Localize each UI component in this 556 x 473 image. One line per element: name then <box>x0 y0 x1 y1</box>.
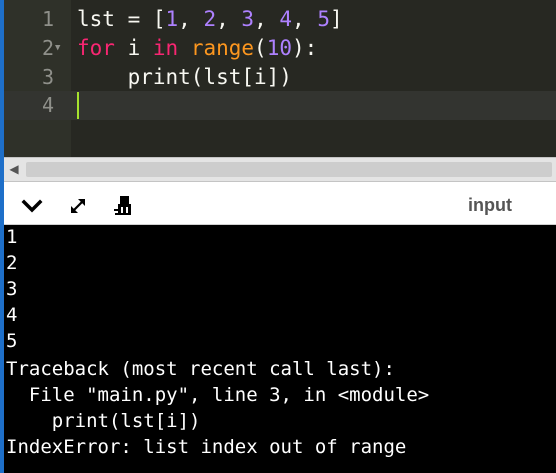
scrollbar-thumb[interactable] <box>26 162 552 177</box>
code-text: lst = [1, 2, 3, 4, 5] <box>77 7 343 31</box>
line-number: 2 <box>41 36 54 60</box>
traceback-file: File "main.py", line 3, in <module> <box>6 384 430 406</box>
console-line: 3 <box>6 278 18 300</box>
clear-console-icon[interactable] <box>112 194 136 218</box>
editor-line-1[interactable]: 1 lst = [1, 2, 3, 4, 5] <box>4 5 556 34</box>
editor-line-3[interactable]: 3 print(lst[i]) <box>4 63 556 92</box>
console-output: 1 2 3 4 5 Traceback (most recent call la… <box>4 225 556 473</box>
traceback-code: print(lst[i]) <box>6 410 201 432</box>
traceback-header: Traceback (most recent call last): <box>6 358 395 380</box>
error-message: IndexError: list index out of range <box>6 436 407 458</box>
console-line: 4 <box>6 304 18 326</box>
code-text: for i in range(10): <box>77 36 318 60</box>
horizontal-scrollbar[interactable]: ◀ <box>4 157 556 182</box>
line-number: 1 <box>41 7 54 31</box>
code-editor[interactable]: 1 lst = [1, 2, 3, 4, 5] 2 ▼ for i in ran… <box>4 0 556 157</box>
console-line: 5 <box>6 330 18 352</box>
chevron-down-icon[interactable] <box>20 194 44 218</box>
console-line: 2 <box>6 252 18 274</box>
fold-arrow-icon[interactable]: ▼ <box>55 44 60 53</box>
editor-line-4[interactable]: 4 <box>4 91 556 120</box>
text-cursor <box>77 92 79 119</box>
console-toolbar: input <box>4 182 556 225</box>
scroll-left-arrow-icon[interactable]: ◀ <box>4 158 24 181</box>
console-line: 1 <box>6 226 18 248</box>
editor-line-2[interactable]: 2 ▼ for i in range(10): <box>4 34 556 63</box>
line-number: 3 <box>41 65 54 89</box>
line-number: 4 <box>41 93 54 117</box>
input-label[interactable]: input <box>468 195 512 216</box>
expand-icon[interactable] <box>66 194 90 218</box>
code-text: print(lst[i]) <box>77 65 292 89</box>
